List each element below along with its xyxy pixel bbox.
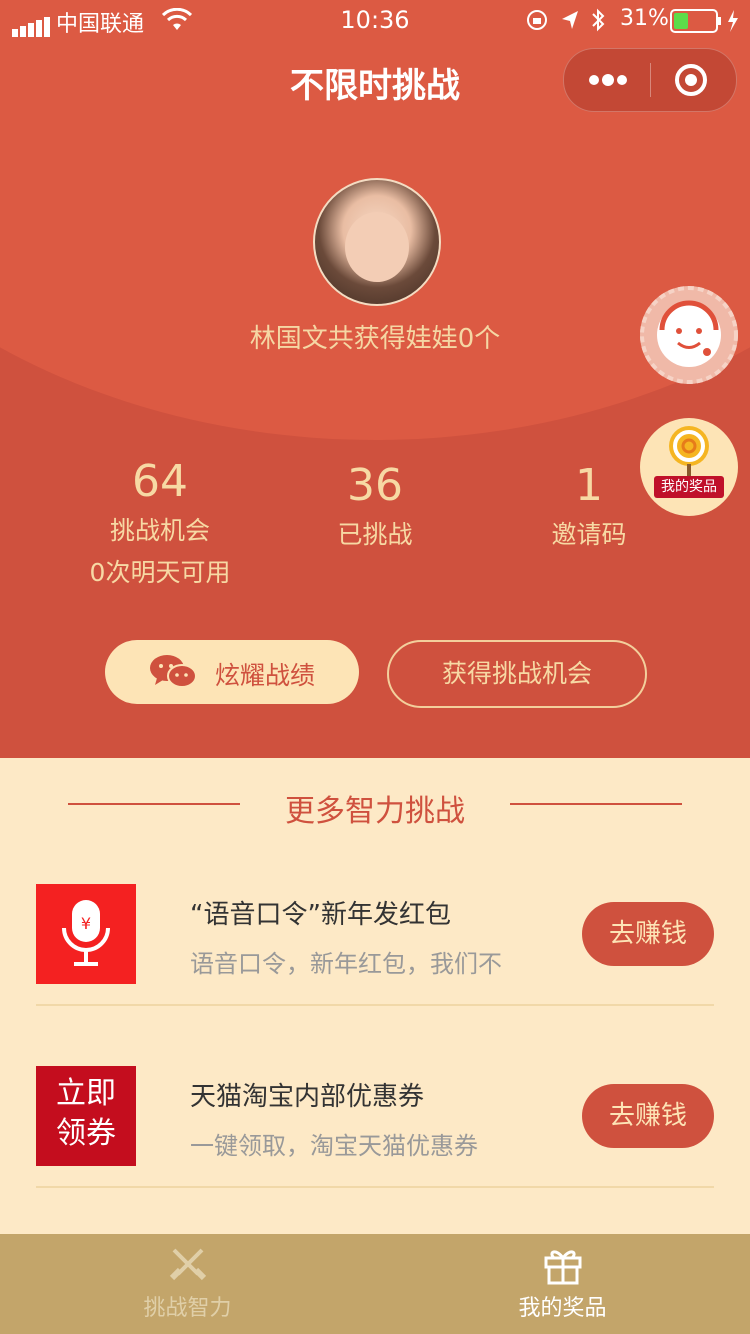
wechat-icon xyxy=(150,655,197,688)
stat-chances-label: 挑战机会 xyxy=(109,516,210,545)
my-prize-float-button[interactable]: 我的奖品 xyxy=(640,418,738,516)
tab-my-prize[interactable]: 我的奖品 xyxy=(375,1234,750,1334)
tab-bar: 挑战智力 我的奖品 xyxy=(0,1234,750,1334)
my-prize-float-label: 我的奖品 xyxy=(654,476,724,498)
earn-money-button[interactable]: 去赚钱 xyxy=(582,902,714,966)
status-bar: 中国联通 10:36 31% xyxy=(0,0,750,40)
item-desc: 语音口令，新年红包，我们不 xyxy=(190,950,502,978)
section-title: 更多智力挑战 xyxy=(285,794,465,829)
list-item[interactable]: ¥ “语音口令”新年发红包 语音口令，新年红包，我们不 去赚钱 xyxy=(0,884,750,1064)
tab-challenge-label: 挑战智力 xyxy=(143,1296,232,1321)
share-record-button[interactable]: 炫耀战绩 xyxy=(105,640,359,704)
stat-challenged-value: 36 xyxy=(347,460,403,511)
get-chance-button[interactable]: 获得挑战机会 xyxy=(387,640,647,708)
lollipop-icon xyxy=(669,426,709,476)
close-miniprogram-icon[interactable] xyxy=(674,63,708,97)
item-desc: 一键领取，淘宝天猫优惠券 xyxy=(190,1132,478,1160)
voice-redpacket-thumbnail: ¥ xyxy=(36,884,136,984)
doll-summary: 林国文共获得娃娃0个 xyxy=(249,324,501,354)
item-title: 天猫淘宝内部优惠券 xyxy=(190,1082,425,1112)
svg-text:¥: ¥ xyxy=(81,914,91,933)
stat-challenged-label: 已挑战 xyxy=(337,520,413,549)
bluetooth-icon xyxy=(592,8,605,32)
item-separator xyxy=(36,1186,714,1188)
coupon-thumb-text-1: 立即 xyxy=(56,1076,116,1111)
coupon-thumb-text-2: 领券 xyxy=(56,1116,116,1151)
customer-service-button[interactable] xyxy=(640,286,738,384)
more-icon[interactable] xyxy=(588,71,628,89)
avatar-face xyxy=(345,212,409,282)
section-divider-right xyxy=(510,803,682,805)
stat-chances: 64 挑战机会 0次明天可用 xyxy=(35,456,285,589)
stat-invite-label: 邀请码 xyxy=(551,520,627,549)
stat-chances-value: 64 xyxy=(132,456,188,507)
share-record-label: 炫耀战绩 xyxy=(215,661,316,690)
list-item[interactable]: 立即 领券 天猫淘宝内部优惠券 一键领取，淘宝天猫优惠券 去赚钱 xyxy=(0,1066,750,1246)
tab-challenge[interactable]: 挑战智力 xyxy=(0,1234,375,1334)
stat-chances-sub: 0次明天可用 xyxy=(89,558,231,587)
red-envelope-voice-icon: ¥ xyxy=(62,900,110,966)
stat-challenged: 36 已挑战 xyxy=(250,460,500,551)
coupon-thumbnail: 立即 领券 xyxy=(36,1066,136,1166)
header-background xyxy=(0,0,750,758)
location-icon xyxy=(562,11,578,29)
customer-service-icon xyxy=(640,286,738,384)
tab-my-prize-label: 我的奖品 xyxy=(518,1296,607,1321)
avatar xyxy=(313,178,441,306)
item-title: “语音口令”新年发红包 xyxy=(190,900,451,930)
crossed-swords-icon xyxy=(169,1248,207,1281)
battery-percent: 31% xyxy=(620,6,669,31)
item-separator xyxy=(36,1004,714,1006)
capsule-divider xyxy=(650,63,651,97)
orientation-lock-icon xyxy=(527,10,547,30)
miniprogram-capsule xyxy=(563,48,737,112)
gift-icon xyxy=(544,1250,582,1285)
battery-icon xyxy=(670,9,738,33)
earn-money-button[interactable]: 去赚钱 xyxy=(582,1084,714,1148)
